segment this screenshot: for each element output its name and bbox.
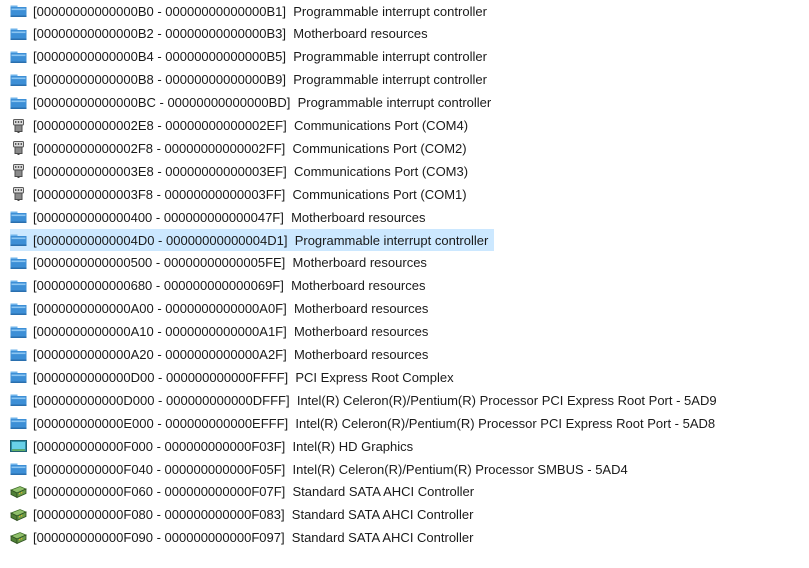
system-device-folder-icon (10, 73, 27, 87)
system-device-folder-icon (10, 279, 27, 293)
tree-item[interactable]: [00000000000003E8 - 00000000000003EF] Co… (10, 160, 474, 182)
device-name-label: Intel(R) HD Graphics (292, 438, 414, 454)
storage-controller-icon (10, 485, 27, 499)
serial-port-icon (10, 187, 27, 202)
io-range-label: [0000000000000680 - 000000000000069F] (33, 278, 284, 294)
io-range-label: [000000000000D000 - 000000000000DFFF] (33, 392, 290, 408)
io-range-label: [0000000000000A00 - 0000000000000A0F] (33, 301, 287, 317)
io-range-label: [00000000000000BC - 00000000000000BD] (33, 95, 291, 111)
tree-item[interactable]: [0000000000000500 - 00000000000005FE] Mo… (10, 252, 433, 274)
storage-controller-icon (10, 531, 27, 545)
device-name-label: PCI Express Root Complex (295, 369, 454, 385)
device-name-label: Programmable interrupt controller (293, 72, 487, 88)
system-device-folder-icon (10, 416, 27, 430)
io-range-label: [0000000000000A20 - 0000000000000A2F] (33, 347, 287, 362)
device-name-label: Standard SATA AHCI Controller (291, 507, 474, 523)
device-name-label: Standard SATA AHCI Controller (292, 484, 475, 500)
system-device-folder-icon (10, 50, 27, 64)
system-device-folder-icon (10, 233, 27, 247)
system-device-folder-icon (10, 256, 27, 270)
device-name-label: Motherboard resources (292, 255, 427, 271)
device-name-label: Motherboard resources (291, 278, 426, 294)
tree-item[interactable]: [00000000000002E8 - 00000000000002EF] Co… (10, 115, 474, 137)
device-name-label: Motherboard resources (293, 347, 429, 362)
tree-item[interactable]: [00000000000000BC - 00000000000000BD] Pr… (10, 92, 497, 114)
serial-port-icon (10, 164, 27, 179)
tree-item[interactable]: [0000000000000400 - 000000000000047F] Mo… (10, 206, 432, 228)
system-device-folder-icon (10, 348, 27, 362)
tree-item[interactable]: [00000000000002F8 - 00000000000002FF] Co… (10, 137, 473, 159)
tree-item[interactable]: [000000000000E000 - 000000000000EFFF] In… (10, 412, 721, 434)
io-range-label: [00000000000000B0 - 00000000000000B1] (33, 3, 287, 19)
io-range-label: [00000000000004D0 - 00000000000004D1] (33, 232, 288, 248)
device-name-label: Motherboard resources (293, 324, 429, 340)
system-device-folder-icon (10, 96, 27, 110)
tree-item[interactable]: [000000000000F090 - 000000000000F097] St… (10, 527, 479, 549)
io-range-label: [000000000000F040 - 000000000000F05F] (33, 461, 286, 477)
device-name-label: Communications Port (COM2) (292, 140, 467, 156)
device-name-label: Programmable interrupt controller (293, 3, 487, 19)
storage-controller-icon (10, 508, 27, 522)
system-device-folder-icon (10, 27, 27, 41)
device-name-label: Communications Port (COM4) (293, 118, 469, 133)
device-name-label: Communications Port (COM1) (292, 186, 467, 202)
system-device-folder-icon (10, 210, 27, 224)
tree-item[interactable]: [0000000000000D00 - 000000000000FFFF] PC… (10, 366, 460, 388)
tree-item[interactable]: [00000000000003F8 - 00000000000003FF] Co… (10, 183, 473, 205)
io-range-label: [000000000000F080 - 000000000000F083] (33, 507, 285, 523)
tree-item[interactable]: [00000000000004D0 - 00000000000004D1] Pr… (10, 229, 495, 251)
io-range-label: [0000000000000A10 - 0000000000000A1F] (33, 324, 287, 340)
display-adapter-icon (10, 439, 27, 453)
system-device-folder-icon (10, 325, 27, 339)
tree-item[interactable]: [000000000000F040 - 000000000000F05F] In… (10, 458, 634, 480)
tree-item[interactable]: [0000000000000A00 - 0000000000000A0F] Mo… (10, 298, 434, 320)
io-range-label: [00000000000003E8 - 00000000000003EF] (33, 163, 287, 179)
io-range-label: [000000000000F090 - 000000000000F097] (33, 530, 285, 546)
device-name-label: Programmable interrupt controller (294, 232, 489, 248)
device-name-label: Communications Port (COM3) (293, 163, 469, 179)
io-range-label: [000000000000F060 - 000000000000F07F] (33, 484, 286, 500)
io-range-label: [00000000000000B4 - 00000000000000B5] (33, 49, 287, 65)
device-name-label: Motherboard resources (293, 301, 429, 317)
io-range-label: [0000000000000D00 - 000000000000FFFF] (33, 369, 289, 385)
tree-item[interactable]: [00000000000000B8 - 00000000000000B9] Pr… (10, 69, 493, 91)
system-device-folder-icon (10, 4, 27, 18)
io-range-label: [00000000000000B8 - 00000000000000B9] (33, 72, 287, 88)
device-name-label: Intel(R) Celeron(R)/Pentium(R) Processor… (296, 392, 717, 408)
system-device-folder-icon (10, 302, 27, 316)
serial-port-icon (10, 141, 27, 156)
tree-item[interactable]: [00000000000000B4 - 00000000000000B5] Pr… (10, 46, 493, 68)
tree-item[interactable]: [0000000000000A20 - 0000000000000A2F] Mo… (10, 344, 434, 366)
device-name-label: Programmable interrupt controller (293, 49, 487, 65)
io-range-label: [000000000000F000 - 000000000000F03F] (33, 438, 286, 454)
system-device-folder-icon (10, 370, 27, 384)
tree-item[interactable]: [000000000000F000 - 000000000000F03F] In… (10, 435, 419, 457)
io-range-label: [00000000000002F8 - 00000000000002FF] (33, 140, 286, 156)
device-name-label: Standard SATA AHCI Controller (291, 530, 474, 546)
io-range-label: [00000000000000B2 - 00000000000000B3] (33, 26, 287, 42)
io-resource-tree[interactable]: [00000000000000B0 - 00000000000000B1] Pr… (0, 0, 809, 568)
io-range-label: [0000000000000400 - 000000000000047F] (33, 209, 284, 225)
device-name-label: Programmable interrupt controller (297, 95, 492, 111)
tree-item[interactable]: [000000000000F080 - 000000000000F083] St… (10, 504, 479, 526)
tree-item[interactable]: [0000000000000680 - 000000000000069F] Mo… (10, 275, 432, 297)
tree-item[interactable]: [0000000000000A10 - 0000000000000A1F] Mo… (10, 321, 434, 343)
serial-port-icon (10, 118, 27, 133)
tree-item[interactable]: [000000000000F060 - 000000000000F07F] St… (10, 481, 480, 503)
device-name-label: Intel(R) Celeron(R)/Pentium(R) Processor… (295, 415, 716, 431)
io-range-label: [00000000000003F8 - 00000000000003FF] (33, 186, 286, 202)
device-name-label: Motherboard resources (293, 26, 428, 42)
system-device-folder-icon (10, 462, 27, 476)
device-name-label: Intel(R) Celeron(R)/Pentium(R) Processor… (292, 461, 628, 477)
device-name-label: Motherboard resources (291, 209, 426, 225)
tree-item[interactable]: [000000000000D000 - 000000000000DFFF] In… (10, 389, 723, 411)
io-range-label: [0000000000000500 - 00000000000005FE] (33, 255, 286, 271)
io-range-label: [00000000000002E8 - 00000000000002EF] (33, 118, 287, 133)
system-device-folder-icon (10, 393, 27, 407)
io-range-label: [000000000000E000 - 000000000000EFFF] (33, 415, 289, 431)
tree-item[interactable]: [00000000000000B0 - 00000000000000B1] Pr… (10, 0, 493, 22)
tree-item[interactable]: [00000000000000B2 - 00000000000000B3] Mo… (10, 23, 434, 45)
